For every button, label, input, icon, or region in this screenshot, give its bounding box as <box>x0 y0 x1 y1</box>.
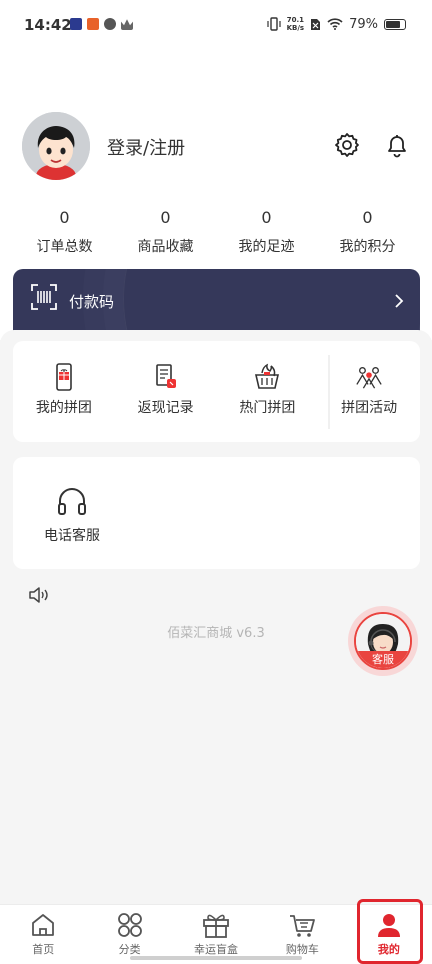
feature-my-group-buy[interactable]: 我的拼团 <box>13 341 115 442</box>
active-tab-highlight <box>357 899 423 964</box>
customer-service-tag: 客服 <box>356 651 410 668</box>
barcode-scan-icon <box>31 284 57 310</box>
hot-basket-icon <box>253 363 281 391</box>
headset-icon <box>58 488 86 515</box>
stats-row: 0 订单总数 0 商品收藏 0 我的足迹 0 我的积分 <box>14 208 418 256</box>
tab-label: 分类 <box>118 943 141 956</box>
payment-code-label: 付款码 <box>69 293 115 311</box>
feature-label: 返现记录 <box>137 400 194 416</box>
phone-gift-icon <box>50 363 78 391</box>
feature-label: 热门拼团 <box>239 400 296 416</box>
feature-cashback-record[interactable]: 返现记录 <box>115 341 217 442</box>
home-icon <box>32 914 55 936</box>
crown-icon <box>121 19 133 30</box>
card-decoration <box>123 269 420 339</box>
customer-service-avatar: 客服 <box>354 612 412 670</box>
stat-value: 0 <box>59 208 70 227</box>
battery-percent: 79% <box>349 16 378 32</box>
feature-label: 拼团活动 <box>341 400 398 416</box>
stat-footprints[interactable]: 0 我的足迹 <box>216 208 317 256</box>
cashback-record-icon <box>152 363 180 391</box>
stat-label: 我的足迹 <box>238 239 295 255</box>
group-people-icon <box>355 363 383 391</box>
avatar-cartoon-icon <box>22 112 90 180</box>
phone-service-label: 电话客服 <box>44 528 100 544</box>
bell-icon <box>388 135 406 158</box>
speaker-icon <box>29 587 48 603</box>
stat-label: 订单总数 <box>36 239 93 255</box>
cart-icon <box>290 915 316 937</box>
feature-hot-group-buy[interactable]: 热门拼团 <box>217 341 319 442</box>
stat-label: 商品收藏 <box>137 239 194 255</box>
stat-value: 0 <box>160 208 171 227</box>
feature-label: 我的拼团 <box>35 400 92 416</box>
network-speed-value: 70.1 <box>286 16 304 24</box>
status-bar: 14:42 70.1 KB/s 79% <box>0 0 432 50</box>
status-app-icons <box>70 18 133 30</box>
vibrate-icon <box>267 17 281 31</box>
stat-points[interactable]: 0 我的积分 <box>317 208 418 256</box>
tab-label: 幸运盲盒 <box>194 943 239 956</box>
stat-value: 0 <box>261 208 272 227</box>
tab-label: 购物车 <box>285 943 319 956</box>
notification-button[interactable] <box>382 130 412 160</box>
announcement-button[interactable] <box>28 586 50 608</box>
gift-box-icon <box>203 914 229 938</box>
stat-value: 0 <box>362 208 373 227</box>
app-notification-icon <box>70 18 82 30</box>
network-speed-unit: KB/s <box>286 24 305 32</box>
floating-customer-service-button[interactable]: 客服 <box>348 606 418 676</box>
service-card: 电话客服 <box>13 457 420 569</box>
home-indicator[interactable] <box>130 956 302 960</box>
gear-icon <box>335 133 359 157</box>
app-notification-icon <box>87 18 99 30</box>
payment-code-card[interactable]: 付款码 <box>13 269 420 339</box>
sim-off-icon <box>311 18 321 30</box>
tab-label: 首页 <box>32 943 55 956</box>
stat-label: 我的积分 <box>339 239 396 255</box>
tab-home[interactable]: 首页 <box>0 905 86 964</box>
phone-service-item[interactable]: 电话客服 <box>41 487 103 545</box>
stat-orders[interactable]: 0 订单总数 <box>14 208 115 256</box>
status-right: 70.1 KB/s 79% <box>267 16 406 32</box>
feature-group-buy-activity[interactable]: 拼团活动 <box>318 341 420 442</box>
category-icon <box>117 913 142 937</box>
login-register-link[interactable]: 登录/注册 <box>107 134 185 160</box>
battery-icon <box>384 18 406 30</box>
avatar[interactable] <box>22 112 90 180</box>
chevron-right-icon <box>395 294 404 308</box>
settings-button[interactable] <box>332 130 362 160</box>
stat-favorites[interactable]: 0 商品收藏 <box>115 208 216 256</box>
app-notification-icon <box>104 18 116 30</box>
wifi-icon <box>327 18 343 30</box>
network-speed: 70.1 KB/s <box>287 16 304 32</box>
feature-card: 我的拼团 返现记录 热门拼团 拼团活动 <box>13 341 420 442</box>
status-time: 14:42 <box>24 16 72 34</box>
